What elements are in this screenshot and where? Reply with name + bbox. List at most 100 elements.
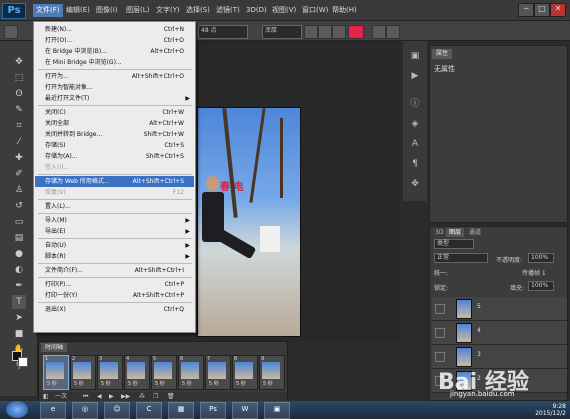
quick-select-tool-icon[interactable]: ✎ [12,103,26,117]
warp-text-icon[interactable] [372,25,386,39]
file-menu-item[interactable]: 打开为... Alt+Shift+Ctrl+O [35,71,194,82]
timeline-frame[interactable]: 25 秒 [70,355,96,390]
file-menu-item[interactable]: 文件简介(F)... Alt+Shift+Ctrl+I [35,265,194,276]
font-size-select[interactable]: 48 点 [198,25,248,39]
file-menu-item[interactable]: 脚本(R) ▶ [35,251,194,262]
layer-visibility-icon[interactable] [435,328,445,338]
file-menu-item[interactable]: 关闭全部 Alt+Ctrl+W [35,118,194,129]
menu-7[interactable]: 3D(D) [243,4,270,17]
blend-mode-select[interactable]: 正常 [434,253,488,263]
properties-tab[interactable]: 属性 [432,49,453,59]
frame-duration[interactable]: 5 秒 [47,380,57,387]
opacity-input[interactable]: 100% [528,253,554,263]
taskbar-chrome-icon[interactable]: C [136,402,162,419]
menu-9[interactable]: 窗口(W) [299,4,331,17]
timeline-frame[interactable]: 15 秒 [43,355,69,390]
close-button[interactable]: ✕ [550,3,566,17]
menu-6[interactable]: 滤镜(T) [213,4,243,17]
system-clock[interactable]: 9:28 2015/12/2 [535,403,566,417]
layer-row[interactable]: 5 [432,297,567,321]
start-button[interactable] [6,401,28,418]
type-tool-icon[interactable]: T [12,295,26,309]
lasso-tool-icon[interactable]: ʘ [12,87,26,101]
file-menu-item[interactable]: 退出(X) Ctrl+Q [35,304,194,315]
marquee-tool-icon[interactable]: ⬚ [12,71,26,85]
tab-channels[interactable]: 通道 [466,228,484,237]
eyedropper-tool-icon[interactable]: ⁄ [12,135,26,149]
menu-5[interactable]: 选择(S) [183,4,213,17]
menu-10[interactable]: 帮助(H) [329,4,360,17]
file-menu-item[interactable]: 存储为 Web 所用格式... Alt+Shift+Ctrl+S [35,176,194,187]
align-right-icon[interactable] [332,25,346,39]
eraser-tool-icon[interactable]: ▭ [12,215,26,229]
gradient-tool-icon[interactable]: ▤ [12,231,26,245]
taskbar-browser-icon[interactable]: ◎ [72,402,98,419]
taskbar-word-icon[interactable]: W [232,402,258,419]
timeline-frame[interactable]: 35 秒 [97,355,123,390]
healing-brush-tool-icon[interactable]: ✚ [12,151,26,165]
taskbar-ie-icon[interactable]: e [40,402,66,419]
path-select-tool-icon[interactable]: ➤ [12,311,26,325]
file-menu-item[interactable]: 打印一份(Y) Alt+Shift+Ctrl+P [35,290,194,301]
menu-2[interactable]: 图像(I) [93,4,121,17]
pen-tool-icon[interactable]: ✒ [12,279,26,293]
file-menu-item[interactable]: 存储(S) Ctrl+S [35,140,194,151]
fill-input[interactable]: 100% [528,281,554,291]
layer-row[interactable]: 4 [432,321,567,345]
file-menu-item[interactable]: 打印(P)... Ctrl+P [35,279,194,290]
file-menu-item[interactable]: 最近打开文件(T) ▶ [35,93,194,104]
file-menu-item[interactable]: 关闭并转到 Bridge... Shift+Ctrl+W [35,129,194,140]
align-center-icon[interactable] [318,25,332,39]
tab-layers[interactable]: 图层 [446,228,465,237]
file-menu-item[interactable]: 置入(L)... [35,201,194,212]
file-menu-item[interactable]: 新建(N)... Ctrl+N [35,24,194,35]
background-color-swatch[interactable] [18,357,28,367]
timeline-frame[interactable]: 55 秒 [151,355,177,390]
maximize-button[interactable]: □ [534,3,550,17]
file-menu-item[interactable]: 导入(M) ▶ [35,215,194,226]
file-menu-item[interactable]: 在 Bridge 中浏览(B)... Alt+Ctrl+O [35,46,194,57]
info-panel-icon[interactable]: ⓘ [408,97,422,111]
timeline-frame[interactable]: 65 秒 [178,355,204,390]
minimize-button[interactable]: ─ [518,3,534,17]
brush-tool-icon[interactable]: ✐ [12,167,26,181]
frame-duration[interactable]: 5 秒 [74,380,84,387]
frame-duration[interactable]: 5 秒 [209,380,219,387]
history-panel-icon[interactable]: ▣ [408,49,422,63]
file-menu-item[interactable]: 导出(E) ▶ [35,226,194,237]
layer-filter-select[interactable]: 类型 [434,239,474,249]
menu-1[interactable]: 编辑(E) [63,4,93,17]
anti-alias-select[interactable]: 浑厚 [262,25,302,39]
tool-presets-icon[interactable]: ✥ [408,177,422,191]
tab-3d[interactable]: 3D [432,228,446,237]
align-left-icon[interactable] [304,25,318,39]
paragraph-panel-icon[interactable]: ¶ [408,157,422,171]
blur-tool-icon[interactable]: ● [12,247,26,261]
timeline-frame[interactable]: 75 秒 [205,355,231,390]
timeline-frame[interactable]: 95 秒 [259,355,285,390]
menu-3[interactable]: 图层(L) [123,4,152,17]
timeline-tab[interactable]: 时间轴 [41,343,68,352]
character-panel-icon[interactable]: A [408,137,422,151]
character-panel-icon[interactable] [386,25,400,39]
crop-tool-icon[interactable]: ⌗ [12,119,26,133]
frame-duration[interactable]: 5 秒 [236,380,246,387]
frame-duration[interactable]: 5 秒 [155,380,165,387]
document-canvas-photo[interactable]: 春 电 [197,107,301,337]
menu-0[interactable]: 文件(F) [33,4,63,17]
frame-duration[interactable]: 5 秒 [101,380,111,387]
taskbar-qq-icon[interactable]: ☺ [104,402,130,419]
dodge-tool-icon[interactable]: ◐ [12,263,26,277]
frame-duration[interactable]: 5 秒 [263,380,273,387]
timeline-frame[interactable]: 85 秒 [232,355,258,390]
shape-tool-icon[interactable]: ■ [12,327,26,341]
file-menu-item[interactable]: 打开为智能对象... [35,82,194,93]
frame-duration[interactable]: 5 秒 [128,380,138,387]
file-menu-item[interactable]: 关闭(C) Ctrl+W [35,107,194,118]
file-menu-item[interactable]: 打开(O)... Ctrl+O [35,35,194,46]
move-tool-icon[interactable]: ✥ [12,55,26,69]
navigator-panel-icon[interactable]: ◈ [408,117,422,131]
propagate-frame-checkbox[interactable]: 传播帧 1 [522,268,546,277]
file-menu-item[interactable]: 存储为(A)... Shift+Ctrl+S [35,151,194,162]
taskbar-app-icon[interactable]: ▣ [264,402,290,419]
